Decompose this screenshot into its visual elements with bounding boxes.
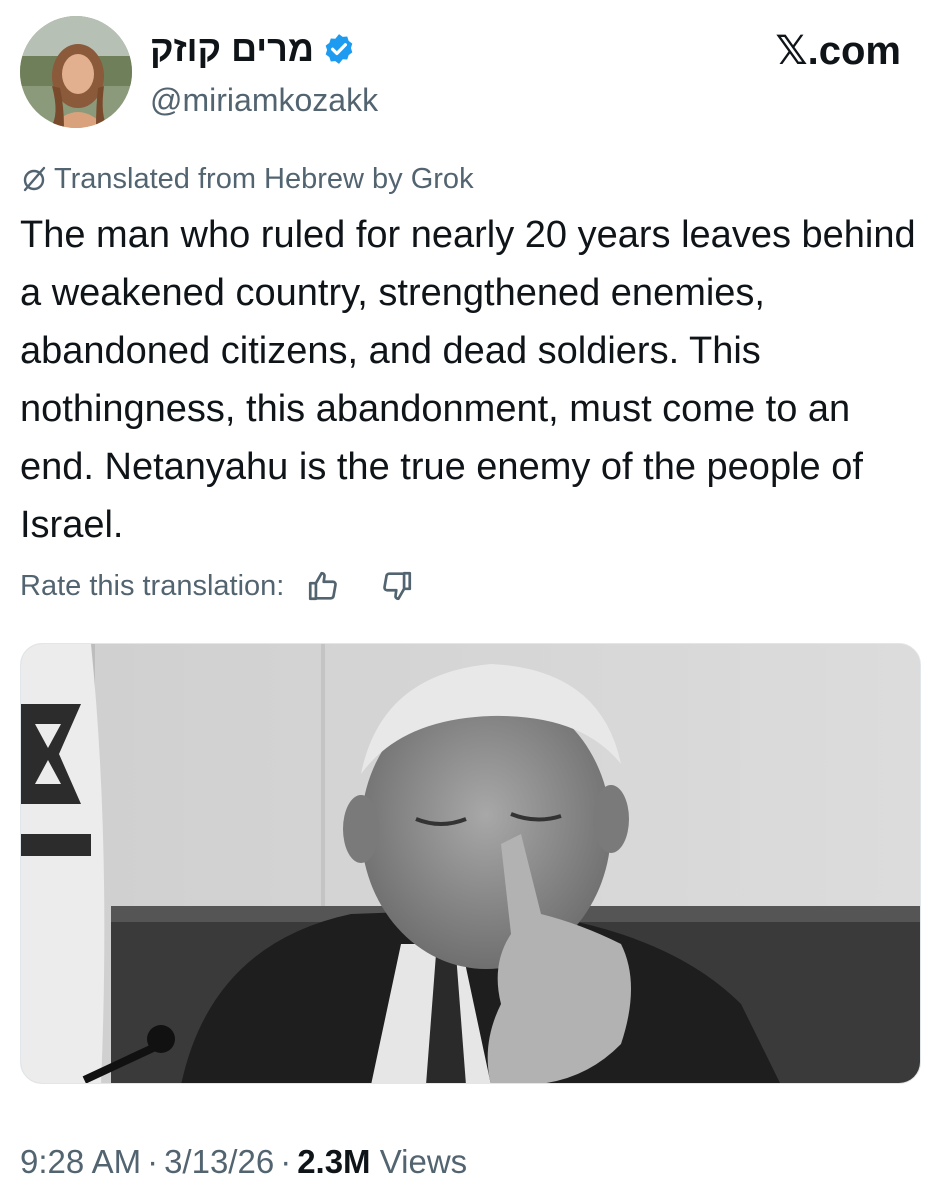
avatar-photo: [20, 16, 132, 128]
grayscale-portrait-photo: [21, 644, 920, 1083]
views-count: 2.3M: [297, 1143, 371, 1180]
translation-notice-text: Translated from Hebrew by Grok: [54, 163, 474, 195]
name-row: מרים קוזק: [150, 26, 378, 72]
tweet-photo[interactable]: [20, 643, 921, 1084]
tweet-time[interactable]: 9:28 AM: [20, 1143, 141, 1180]
tweet-date[interactable]: 3/13/26: [164, 1143, 274, 1180]
tweet: מרים קוזק @miriamkozakk 𝕏.com Translated…: [0, 0, 941, 1200]
avatar[interactable]: [20, 16, 132, 128]
site-label: 𝕏.com: [775, 29, 901, 73]
thumbs-up-icon[interactable]: [306, 569, 340, 603]
tweet-meta: 9:28 AM · 3/13/26 · 2.3M Views: [20, 1140, 467, 1184]
rate-translation: Rate this translation:: [20, 566, 414, 606]
verified-badge-icon: [322, 32, 356, 66]
rate-prompt: Rate this translation:: [20, 570, 285, 602]
author-info[interactable]: מרים קוזק @miriamkozakk: [150, 26, 378, 122]
translation-notice: Translated from Hebrew by Grok: [20, 160, 474, 198]
handle[interactable]: @miriamkozakk: [150, 78, 378, 122]
meta-separator: ·: [280, 1143, 292, 1180]
views-label: Views: [379, 1143, 468, 1180]
thumbs-down-icon[interactable]: [380, 569, 414, 603]
display-name[interactable]: מרים קוזק: [150, 26, 314, 72]
meta-separator: ·: [147, 1143, 159, 1180]
tweet-text: The man who ruled for nearly 20 years le…: [20, 214, 916, 546]
grok-slash-icon: [20, 165, 48, 193]
